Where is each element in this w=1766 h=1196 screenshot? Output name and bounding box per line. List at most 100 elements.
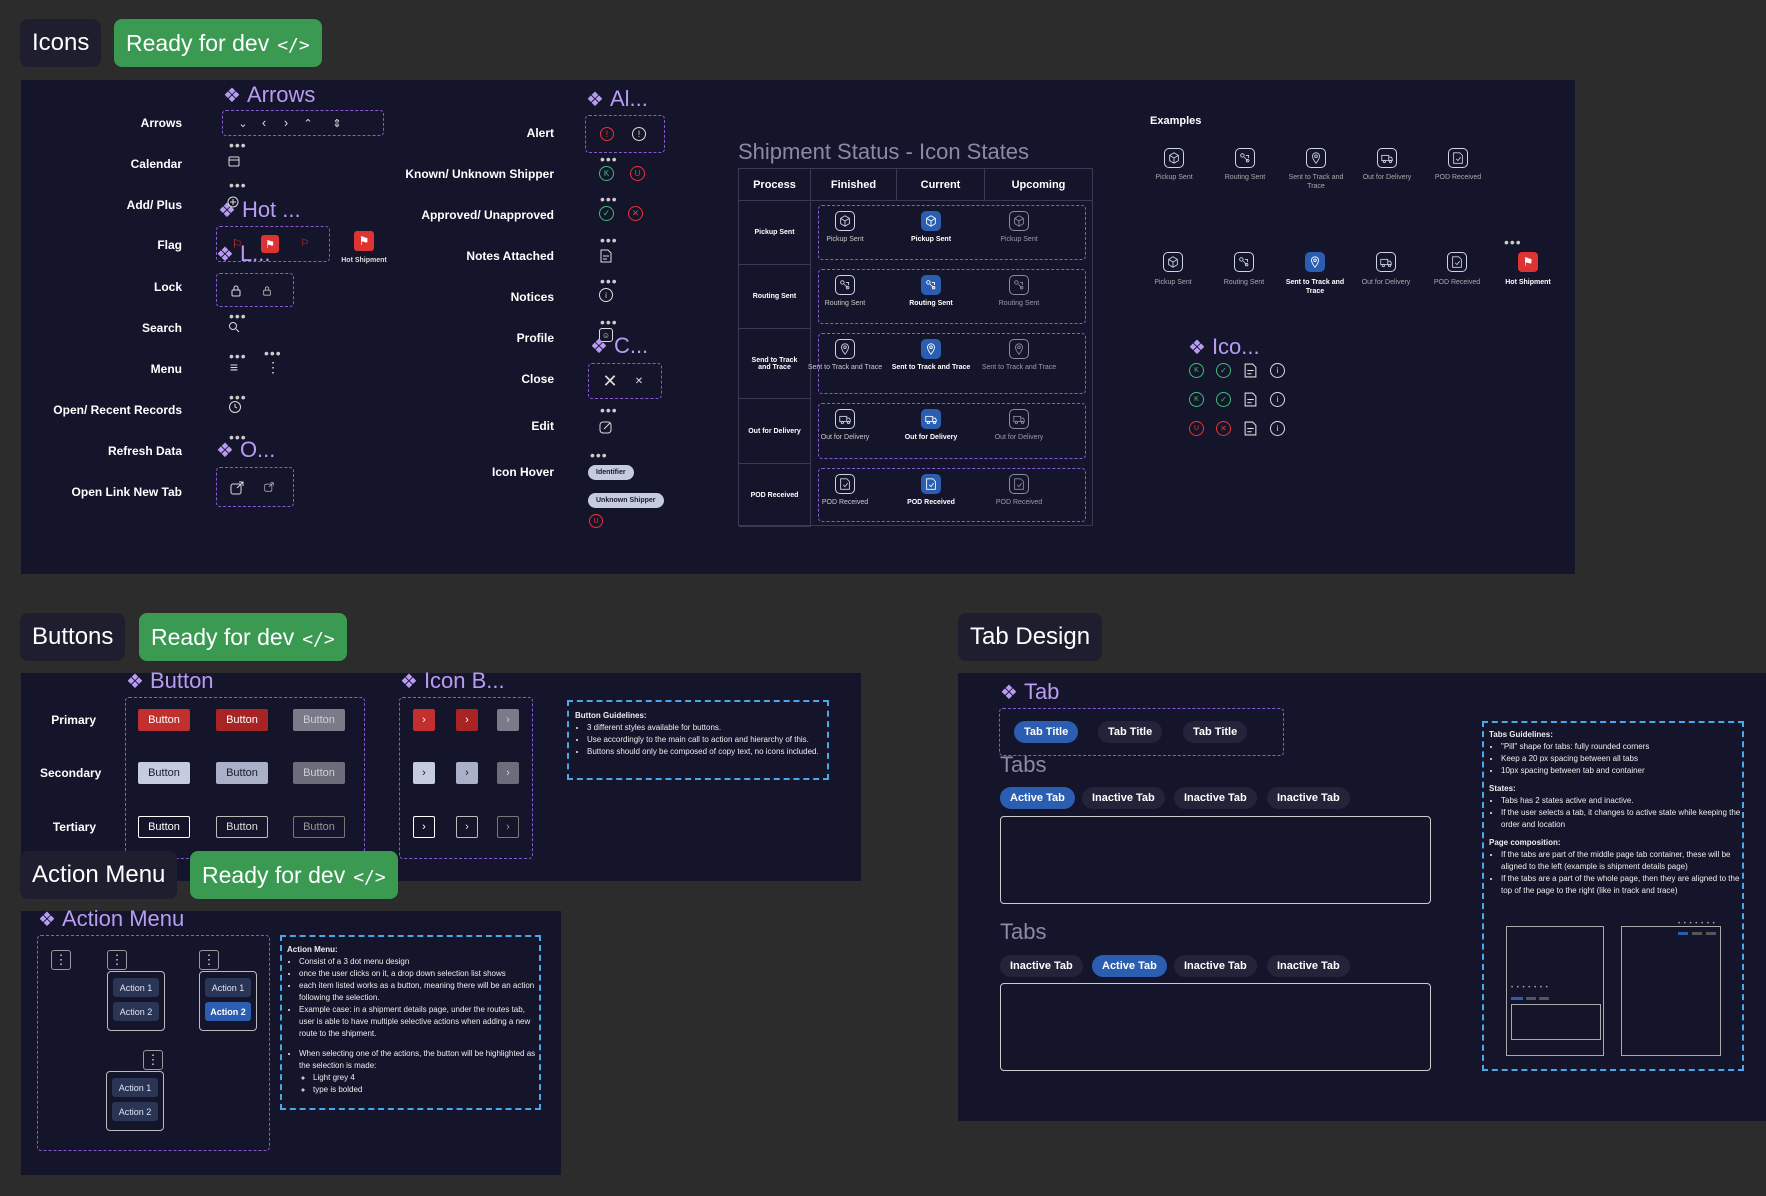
secondary-button[interactable]: Button — [293, 762, 345, 784]
info-icon[interactable]: i — [1270, 421, 1285, 436]
icons-ready-badge[interactable]: Ready for dev </> — [114, 19, 322, 67]
chevron-right-icon-button[interactable]: › — [456, 816, 478, 838]
tab-inactive[interactable]: Inactive Tab — [1174, 955, 1257, 977]
pickup-sent-icon[interactable] — [835, 211, 855, 231]
routing-sent-icon[interactable] — [921, 275, 941, 295]
routing-sent-icon[interactable] — [1235, 148, 1255, 168]
hot-shipment-flag-icon[interactable]: ⚑ — [354, 231, 374, 251]
chevron-right-icon-button[interactable]: › — [456, 709, 478, 731]
out-for-delivery-icon[interactable] — [835, 409, 855, 429]
pickup-sent-icon[interactable] — [1009, 211, 1029, 231]
hot-shipment-flag-icon[interactable]: ⚑ — [1518, 252, 1538, 272]
tertiary-button[interactable]: Button — [138, 816, 190, 838]
routing-sent-icon[interactable] — [1009, 275, 1029, 295]
tab-inactive[interactable]: Inactive Tab — [1267, 955, 1350, 977]
kebab-menu-button[interactable]: ⋮ — [107, 950, 127, 970]
out-for-delivery-icon[interactable] — [1377, 148, 1397, 168]
chevron-right-icon-button[interactable]: › — [497, 816, 519, 838]
tab-active[interactable]: Active Tab — [1092, 955, 1167, 977]
notices-info-icon[interactable]: i — [599, 288, 613, 302]
notes-attached-icon[interactable] — [1243, 392, 1258, 407]
chevron-right-icon-button[interactable]: › — [413, 762, 435, 784]
identifier-tag[interactable]: Identifier — [588, 465, 634, 480]
info-icon[interactable]: i — [1270, 392, 1285, 407]
action-item[interactable]: Action 1 — [113, 978, 159, 997]
lock-small-icon[interactable] — [261, 285, 273, 297]
tab-inactive[interactable]: Inactive Tab — [1000, 955, 1083, 977]
chevron-right-icon-button[interactable]: › — [413, 709, 435, 731]
kebab-menu-button[interactable]: ⋮ — [143, 1050, 163, 1070]
track-and-trace-icon[interactable] — [1305, 252, 1325, 272]
action-menu-ready-badge[interactable]: Ready for dev </> — [190, 851, 398, 899]
pod-received-icon[interactable] — [921, 474, 941, 494]
edit-icon[interactable] — [598, 419, 614, 435]
action-item[interactable]: Action 1 — [112, 1078, 158, 1097]
notes-attached-icon[interactable] — [1243, 421, 1258, 436]
unknown-shipper-tag[interactable]: Unknown Shipper — [588, 493, 664, 508]
flag-small-icon[interactable]: ⚐ — [299, 237, 311, 249]
secondary-button[interactable]: Button — [216, 762, 268, 784]
pod-received-icon[interactable] — [1448, 148, 1468, 168]
action-item[interactable]: Action 2 — [113, 1002, 159, 1021]
tertiary-button[interactable]: Button — [293, 816, 345, 838]
routing-sent-icon[interactable] — [835, 275, 855, 295]
pod-received-icon[interactable] — [835, 474, 855, 494]
tab-active[interactable]: Active Tab — [1000, 787, 1075, 809]
lock-icon[interactable] — [229, 284, 243, 298]
open-link-small-icon[interactable] — [263, 481, 275, 493]
tab-inactive[interactable]: Inactive Tab — [1267, 787, 1350, 809]
out-for-delivery-icon[interactable] — [1009, 409, 1029, 429]
action-item[interactable]: Action 2 — [112, 1102, 158, 1121]
out-for-delivery-icon[interactable] — [921, 409, 941, 429]
approved-check-icon[interactable]: ✓ — [1216, 363, 1231, 378]
secondary-button[interactable]: Button — [138, 762, 190, 784]
tab-inactive[interactable]: Inactive Tab — [1174, 787, 1257, 809]
primary-button[interactable]: Button — [216, 709, 268, 731]
kebab-menu-button[interactable]: ⋮ — [51, 950, 71, 970]
close-icon[interactable]: ✕ — [601, 371, 619, 391]
pickup-sent-icon[interactable] — [1164, 148, 1184, 168]
out-for-delivery-icon[interactable] — [1376, 252, 1396, 272]
chevron-right-icon-button[interactable]: › — [497, 762, 519, 784]
chevron-right-icon[interactable]: › — [280, 114, 292, 130]
tab-title-inactive[interactable]: Tab Title — [1183, 721, 1248, 743]
alert-red-icon[interactable]: ! — [600, 127, 614, 141]
tertiary-button[interactable]: Button — [216, 816, 268, 838]
hamburger-menu-icon[interactable]: ≡ — [226, 359, 242, 375]
action-item[interactable]: Action 1 — [205, 978, 251, 997]
track-and-trace-icon[interactable] — [921, 339, 941, 359]
chevron-right-icon-button[interactable]: › — [456, 762, 478, 784]
unapproved-x-icon[interactable]: ✕ — [628, 206, 643, 221]
chevron-up-icon[interactable]: ⌃ — [302, 116, 314, 130]
alert-icon[interactable]: ! — [632, 127, 646, 141]
pod-received-icon[interactable] — [1447, 252, 1467, 272]
pickup-sent-icon[interactable] — [921, 211, 941, 231]
kebab-menu-icon[interactable]: ⋮ — [266, 359, 280, 375]
pickup-sent-icon[interactable] — [1163, 252, 1183, 272]
buttons-ready-badge[interactable]: Ready for dev </> — [139, 613, 347, 661]
info-icon[interactable]: i — [1270, 363, 1285, 378]
chevron-left-icon[interactable]: ‹ — [258, 114, 270, 130]
unapproved-x-icon[interactable]: ✕ — [1216, 421, 1231, 436]
track-and-trace-icon[interactable] — [1306, 148, 1326, 168]
primary-button[interactable]: Button — [293, 709, 345, 731]
kebab-menu-button[interactable]: ⋮ — [199, 950, 219, 970]
sort-icon[interactable]: ⇕ — [331, 114, 343, 132]
action-item[interactable]: Action 2 — [205, 1002, 251, 1021]
tab-title-inactive[interactable]: Tab Title — [1098, 721, 1163, 743]
routing-sent-icon[interactable] — [1234, 252, 1254, 272]
primary-button[interactable]: Button — [138, 709, 190, 731]
track-and-trace-icon[interactable] — [1009, 339, 1029, 359]
search-icon[interactable] — [227, 320, 241, 334]
notes-attached-icon[interactable] — [1243, 363, 1258, 378]
chevron-right-icon-button[interactable]: › — [497, 709, 519, 731]
track-and-trace-icon[interactable] — [835, 339, 855, 359]
approved-check-icon[interactable]: ✓ — [599, 206, 614, 221]
chevron-right-icon-button[interactable]: › — [413, 816, 435, 838]
chevron-down-icon[interactable]: ⌄ — [237, 116, 249, 130]
approved-check-icon[interactable]: ✓ — [1216, 392, 1231, 407]
pod-received-icon[interactable] — [1009, 474, 1029, 494]
calendar-icon[interactable] — [227, 154, 241, 168]
recent-records-icon[interactable] — [227, 399, 243, 415]
close-small-icon[interactable]: ✕ — [633, 375, 645, 387]
